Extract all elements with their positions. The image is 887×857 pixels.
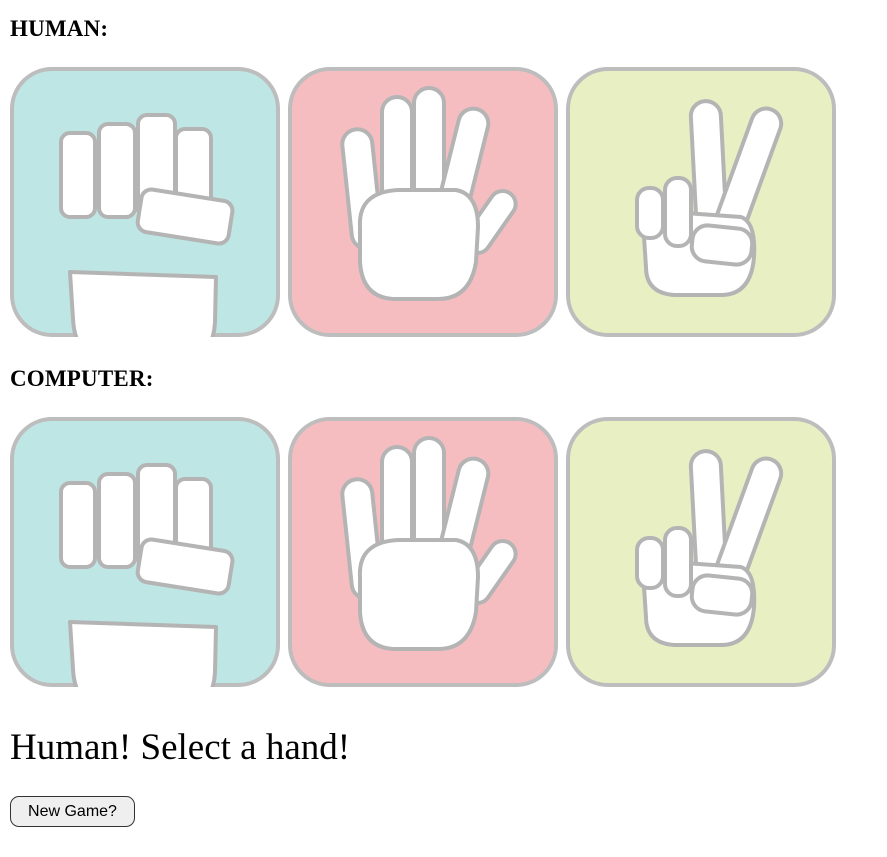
computer-section-label: COMPUTER: <box>10 366 154 391</box>
computer-hand-display <box>10 417 840 687</box>
peace-sign-icon <box>566 67 836 337</box>
new-game-button[interactable]: New Game? <box>10 796 135 827</box>
status-message: Human! Select a hand! <box>10 727 351 768</box>
human-rock-button[interactable] <box>10 67 280 337</box>
open-hand-icon <box>288 67 558 337</box>
human-hand-options <box>10 67 840 337</box>
open-hand-icon <box>288 417 558 687</box>
computer-scissors-card <box>566 417 836 687</box>
computer-paper-card <box>288 417 558 687</box>
computer-rock-card <box>10 417 280 687</box>
human-scissors-button[interactable] <box>566 67 836 337</box>
human-section-label: HUMAN: <box>10 16 109 41</box>
human-paper-button[interactable] <box>288 67 558 337</box>
fist-icon <box>10 417 280 687</box>
fist-icon <box>10 67 280 337</box>
peace-sign-icon <box>566 417 836 687</box>
